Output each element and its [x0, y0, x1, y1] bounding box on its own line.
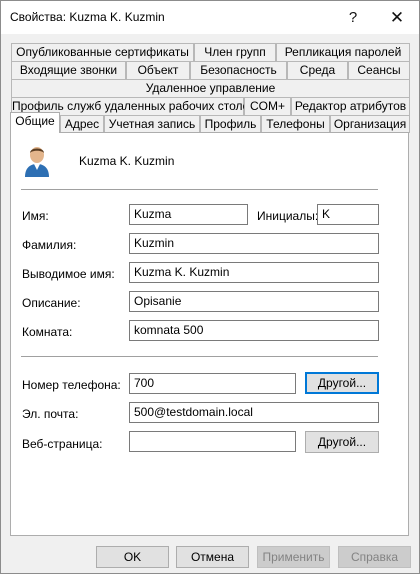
- tab-general[interactable]: Общие: [10, 112, 60, 133]
- user-display-name-header: Kuzma K. Kuzmin: [79, 154, 175, 168]
- tab-account[interactable]: Учетная запись: [104, 115, 200, 133]
- display-name-field[interactable]: Kuzma K. Kuzmin: [129, 262, 379, 283]
- description-field[interactable]: Opisanie: [129, 291, 379, 312]
- webpage-label: Веб-страница:: [22, 437, 103, 451]
- phone-label: Номер телефона:: [22, 378, 121, 392]
- tab-object[interactable]: Объект: [126, 61, 190, 79]
- separator-top: [21, 189, 378, 190]
- tab-com-plus[interactable]: COM+: [244, 97, 291, 115]
- cancel-button[interactable]: Отмена: [176, 546, 249, 568]
- tab-attribute-editor[interactable]: Редактор атрибутов: [291, 97, 410, 115]
- tab-sessions[interactable]: Сеансы: [348, 61, 410, 79]
- first-name-field[interactable]: Kuzma: [129, 204, 248, 225]
- tab-published-certificates[interactable]: Опубликованные сертификаты: [11, 43, 194, 61]
- general-tab-panel: Kuzma K. Kuzmin Имя: Kuzma Инициалы: K Ф…: [10, 132, 409, 536]
- initials-label: Инициалы:: [257, 209, 319, 223]
- tab-password-replication[interactable]: Репликация паролей: [276, 43, 410, 61]
- last-name-field[interactable]: Kuzmin: [129, 233, 379, 254]
- tab-environment[interactable]: Среда: [287, 61, 348, 79]
- tab-dial-in[interactable]: Входящие звонки: [11, 61, 126, 79]
- phone-field[interactable]: 700: [129, 373, 296, 394]
- office-field[interactable]: komnata 500: [129, 320, 379, 341]
- window-title: Свойства: Kuzma K. Kuzmin: [10, 10, 165, 24]
- tab-telephones[interactable]: Телефоны: [261, 115, 330, 133]
- ok-button[interactable]: OK: [96, 546, 169, 568]
- tab-member-of[interactable]: Член групп: [194, 43, 276, 61]
- tab-address[interactable]: Адрес: [60, 115, 104, 133]
- user-avatar-icon: [22, 144, 52, 178]
- phone-other-button[interactable]: Другой...: [305, 372, 379, 394]
- apply-button[interactable]: Применить: [257, 546, 330, 568]
- help-button[interactable]: Справка: [338, 546, 411, 568]
- display-name-label: Выводимое имя:: [22, 267, 115, 281]
- first-name-label: Имя:: [22, 209, 49, 223]
- description-label: Описание:: [22, 296, 81, 310]
- webpage-other-button[interactable]: Другой...: [305, 431, 379, 453]
- initials-field[interactable]: K: [317, 204, 379, 225]
- webpage-field[interactable]: [129, 431, 296, 452]
- help-icon[interactable]: ?: [331, 1, 375, 34]
- tab-profile[interactable]: Профиль: [200, 115, 261, 133]
- office-label: Комната:: [22, 325, 73, 339]
- tab-remote-control[interactable]: Удаленное управление: [11, 79, 410, 97]
- tab-organization[interactable]: Организация: [330, 115, 410, 133]
- tab-security[interactable]: Безопасность: [190, 61, 287, 79]
- properties-dialog: Свойства: Kuzma K. Kuzmin ? ✕ Опубликова…: [0, 0, 420, 574]
- title-bar: Свойства: Kuzma K. Kuzmin ? ✕: [1, 1, 419, 34]
- last-name-label: Фамилия:: [22, 238, 77, 252]
- email-field[interactable]: 500@testdomain.local: [129, 402, 379, 423]
- separator-middle: [21, 356, 378, 357]
- close-icon[interactable]: ✕: [375, 1, 419, 34]
- email-label: Эл. почта:: [22, 407, 79, 421]
